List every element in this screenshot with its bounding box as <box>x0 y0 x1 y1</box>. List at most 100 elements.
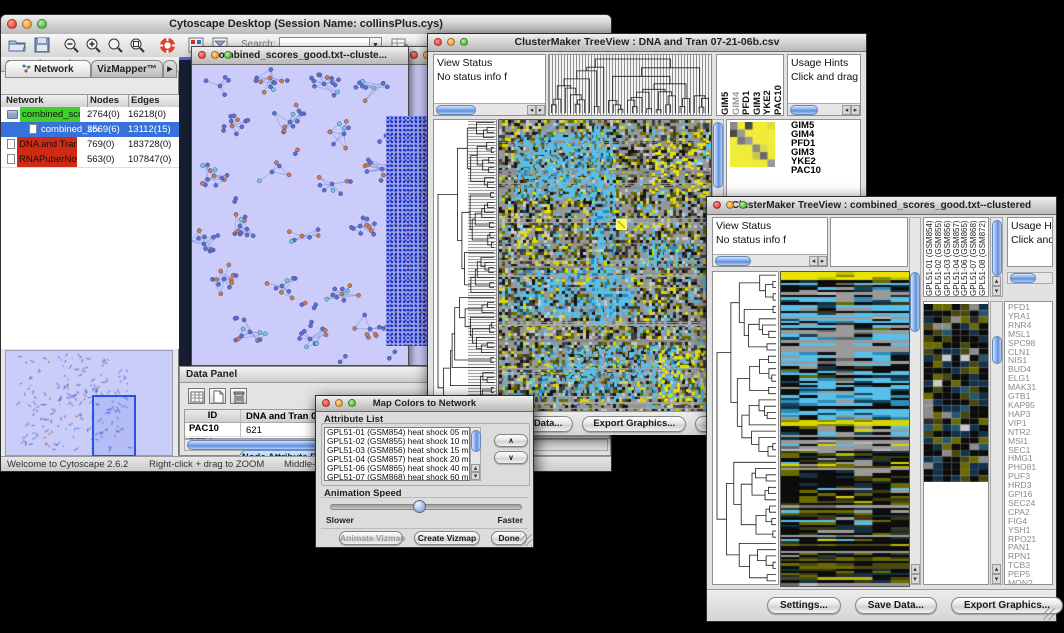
scroll-up-arrow[interactable]: ▴ <box>471 464 480 472</box>
treeview-action-button[interactable]: Settings... <box>767 597 841 614</box>
resize-grip[interactable] <box>520 534 532 546</box>
row-dendrogram[interactable] <box>433 119 497 411</box>
global-heatmap[interactable] <box>498 119 712 413</box>
scroll-up-arrow[interactable]: ▴ <box>911 564 920 574</box>
minimize-button[interactable] <box>726 201 734 209</box>
minimize-button[interactable] <box>335 399 343 407</box>
close-button[interactable] <box>322 399 330 407</box>
scroll-left-arrow[interactable]: ◂ <box>809 256 818 266</box>
global-heatmap[interactable] <box>780 271 910 587</box>
help-icon[interactable] <box>159 37 176 54</box>
attribute-list-item[interactable]: GPL51-07 (GSM868) heat shock 60 min <box>325 473 469 481</box>
column-labels-panel[interactable]: GPL51-01 (GSM854)GPL51-02 (GSM855)GPL51-… <box>923 217 989 297</box>
tab-network[interactable]: Network <box>5 60 91 78</box>
save-session-icon[interactable] <box>34 37 51 53</box>
zoom-fit-icon[interactable] <box>107 37 124 54</box>
scrollbar-thumb[interactable] <box>910 272 920 332</box>
scrollbar-thumb[interactable] <box>992 220 1002 276</box>
treeview-action-button[interactable]: Export Graphics... <box>582 416 686 432</box>
move-attribute-up-button[interactable]: ∧ <box>494 434 528 447</box>
column-nodes[interactable]: Nodes <box>87 95 119 107</box>
close-button[interactable] <box>713 201 721 209</box>
birdseye-view[interactable] <box>5 350 173 456</box>
column-network[interactable]: Network <box>6 95 43 107</box>
minimize-button[interactable] <box>22 19 32 29</box>
scrollbar-thumb[interactable] <box>715 256 751 266</box>
table-mode-icon[interactable] <box>188 388 205 404</box>
column-labels-vscrollbar[interactable]: ▴ ▾ <box>990 217 1003 297</box>
minimize-button[interactable] <box>211 51 219 59</box>
move-attribute-down-button[interactable]: ∨ <box>494 451 528 464</box>
row-dendrogram[interactable] <box>712 271 779 585</box>
close-button[interactable] <box>434 38 442 46</box>
scroll-right-arrow[interactable]: ▸ <box>818 256 827 266</box>
treeview-action-button[interactable]: Save Data... <box>855 597 937 614</box>
tab-vizmapper[interactable]: VizMapper™ <box>91 60 163 78</box>
zoom-vscrollbar[interactable]: ▴ ▾ <box>990 301 1003 585</box>
dialog-title-bar[interactable]: Map Colors to Network <box>316 396 533 412</box>
scrollbar-thumb[interactable] <box>992 336 1002 364</box>
open-file-icon[interactable] <box>7 37 27 53</box>
scroll-up-arrow[interactable]: ▴ <box>992 564 1001 574</box>
network-list-row[interactable]: RNAPuberNov2+ 563(0) 107847(0) <box>1 152 179 167</box>
heatmap-vscrollbar[interactable]: ▴ ▾ <box>909 217 921 585</box>
zoom-button[interactable] <box>348 399 356 407</box>
network-list-row[interactable]: combined_sco 2569(6) 13112(15) <box>1 122 179 137</box>
id-column-header[interactable]: ID <box>185 410 241 422</box>
create-vizmap-button[interactable]: Create Vizmap <box>414 531 480 545</box>
scrollbar-thumb[interactable] <box>790 105 818 115</box>
scroll-right-arrow[interactable]: ▸ <box>851 105 860 115</box>
column-labels-panel[interactable]: GIM5GIM4PFD1GIM3YKE2PAC10 <box>716 54 784 116</box>
attribute-list-vscrollbar[interactable]: ▴ ▾ <box>470 427 481 481</box>
treeview-dna-title-bar[interactable]: ClusterMaker TreeView : DNA and Tran 07-… <box>428 34 866 52</box>
network-list-row[interactable]: DNA and Tran 07 769(0) 183728(0) <box>1 137 179 152</box>
network-list-row[interactable]: combined_scores 2764(0) 16218(0) <box>1 107 179 122</box>
scroll-left-arrow[interactable]: ◂ <box>527 105 536 115</box>
view-status-hscrollbar[interactable]: ◂ ▸ <box>434 103 545 115</box>
attribute-list[interactable]: GPL51-01 (GSM854) heat shock 05 minGPL51… <box>324 427 470 481</box>
column-edges[interactable]: Edges <box>128 95 160 107</box>
scroll-down-arrow[interactable]: ▾ <box>471 472 480 480</box>
network-view-title-bar[interactable]: combined_scores_good.txt--cluste... <box>192 47 408 65</box>
scroll-up-arrow[interactable]: ▴ <box>992 276 1001 286</box>
scroll-right-arrow[interactable]: ▸ <box>536 105 545 115</box>
usage-hints-hscrollbar[interactable] <box>1007 272 1053 284</box>
zoom-selected-icon[interactable] <box>129 37 146 54</box>
zoom-out-icon[interactable] <box>63 37 80 54</box>
scroll-down-arrow[interactable]: ▾ <box>911 574 920 584</box>
delete-attribute-icon[interactable] <box>230 388 247 404</box>
main-title-bar[interactable]: Cytoscape Desktop (Session Name: collins… <box>1 15 611 35</box>
scroll-left-arrow[interactable]: ◂ <box>842 105 851 115</box>
column-dendrogram[interactable] <box>548 54 712 116</box>
new-attribute-icon[interactable] <box>209 388 226 404</box>
gene-labels-list[interactable]: PFD1YRA1RNR4MSL1SPC98CLN1NIS1BUD4ELG1MAK… <box>1004 301 1053 585</box>
scroll-down-arrow[interactable]: ▾ <box>992 286 1001 296</box>
tab-overflow[interactable]: ▶ <box>163 60 177 78</box>
zoom-heatmap[interactable] <box>730 122 775 167</box>
minimize-button[interactable] <box>447 38 455 46</box>
view-status-hscrollbar[interactable]: ◂ ▸ <box>713 254 827 266</box>
dense-network-cluster[interactable] <box>386 116 427 346</box>
scroll-down-arrow[interactable]: ▾ <box>992 574 1001 584</box>
zoom-button[interactable] <box>460 38 468 46</box>
zoom-button[interactable] <box>224 51 232 59</box>
close-button[interactable] <box>198 51 206 59</box>
zoom-button[interactable] <box>37 19 47 29</box>
animation-speed-slider[interactable] <box>330 504 522 510</box>
close-button[interactable] <box>410 51 418 59</box>
slider-thumb[interactable] <box>413 500 426 513</box>
birdseye-viewport-rect[interactable] <box>92 395 136 457</box>
scrollbar-thumb[interactable] <box>436 105 476 115</box>
scrollbar-thumb[interactable] <box>713 122 723 188</box>
treeview-combined-title-bar[interactable]: ClusterMaker TreeView : combined_scores_… <box>707 197 1056 215</box>
scrollbar-thumb[interactable] <box>1010 273 1036 283</box>
resize-grip[interactable] <box>1043 608 1055 620</box>
scrollbar-thumb[interactable] <box>471 430 481 452</box>
usage-hints-hscrollbar[interactable]: ◂ ▸ <box>788 103 860 115</box>
zoom-heatmap[interactable] <box>924 304 988 482</box>
zoom-in-icon[interactable] <box>85 37 102 54</box>
close-button[interactable] <box>7 19 17 29</box>
background-network-title-bar[interactable] <box>406 47 429 65</box>
zoom-button[interactable] <box>739 201 747 209</box>
network-canvas[interactable] <box>192 64 406 364</box>
